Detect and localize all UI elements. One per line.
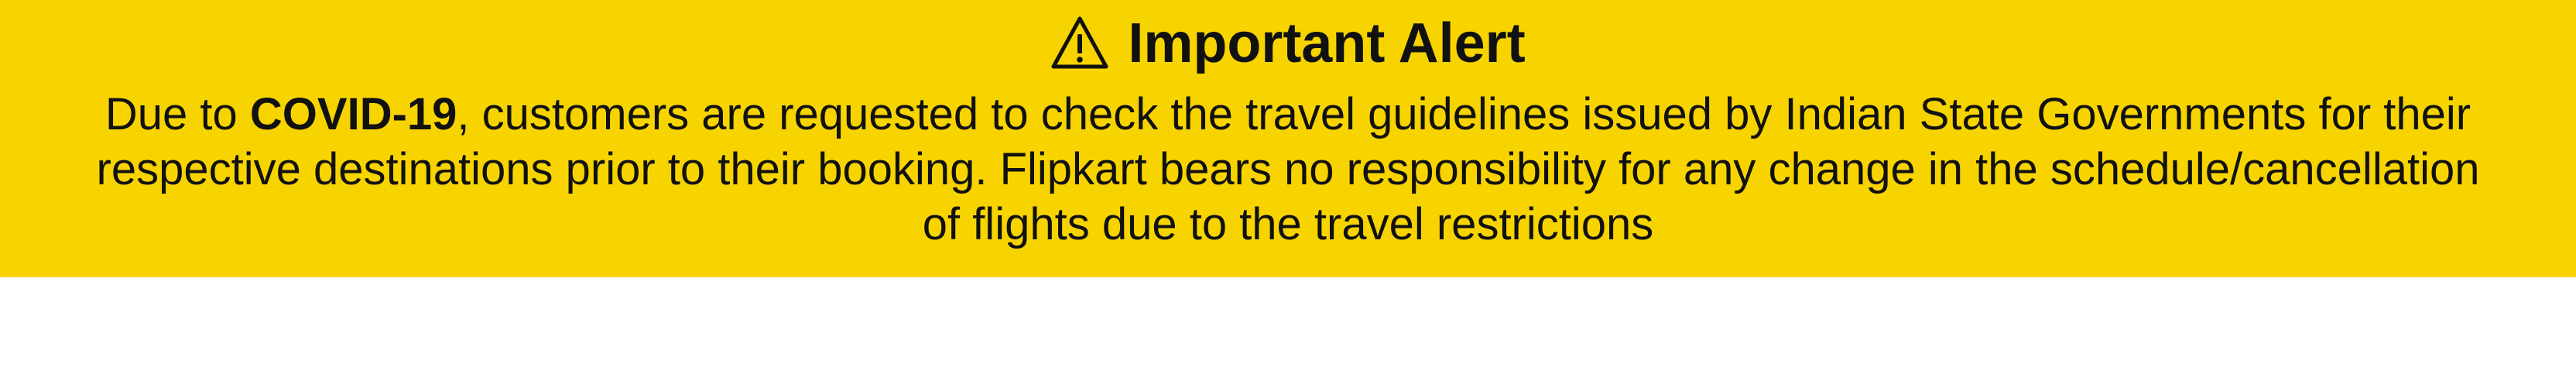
alert-message-prefix: Due to bbox=[104, 89, 250, 139]
alert-message-highlight: COVID-19 bbox=[249, 89, 457, 139]
alert-title: Important Alert bbox=[1128, 12, 1526, 74]
alert-message: Due to COVID-19, customers are requested… bbox=[93, 87, 2483, 252]
page-body bbox=[0, 277, 2576, 371]
important-alert-banner: Important Alert Due to COVID-19, custome… bbox=[0, 0, 2576, 277]
warning-triangle-icon bbox=[1050, 14, 1109, 73]
alert-header: Important Alert bbox=[0, 11, 2576, 76]
